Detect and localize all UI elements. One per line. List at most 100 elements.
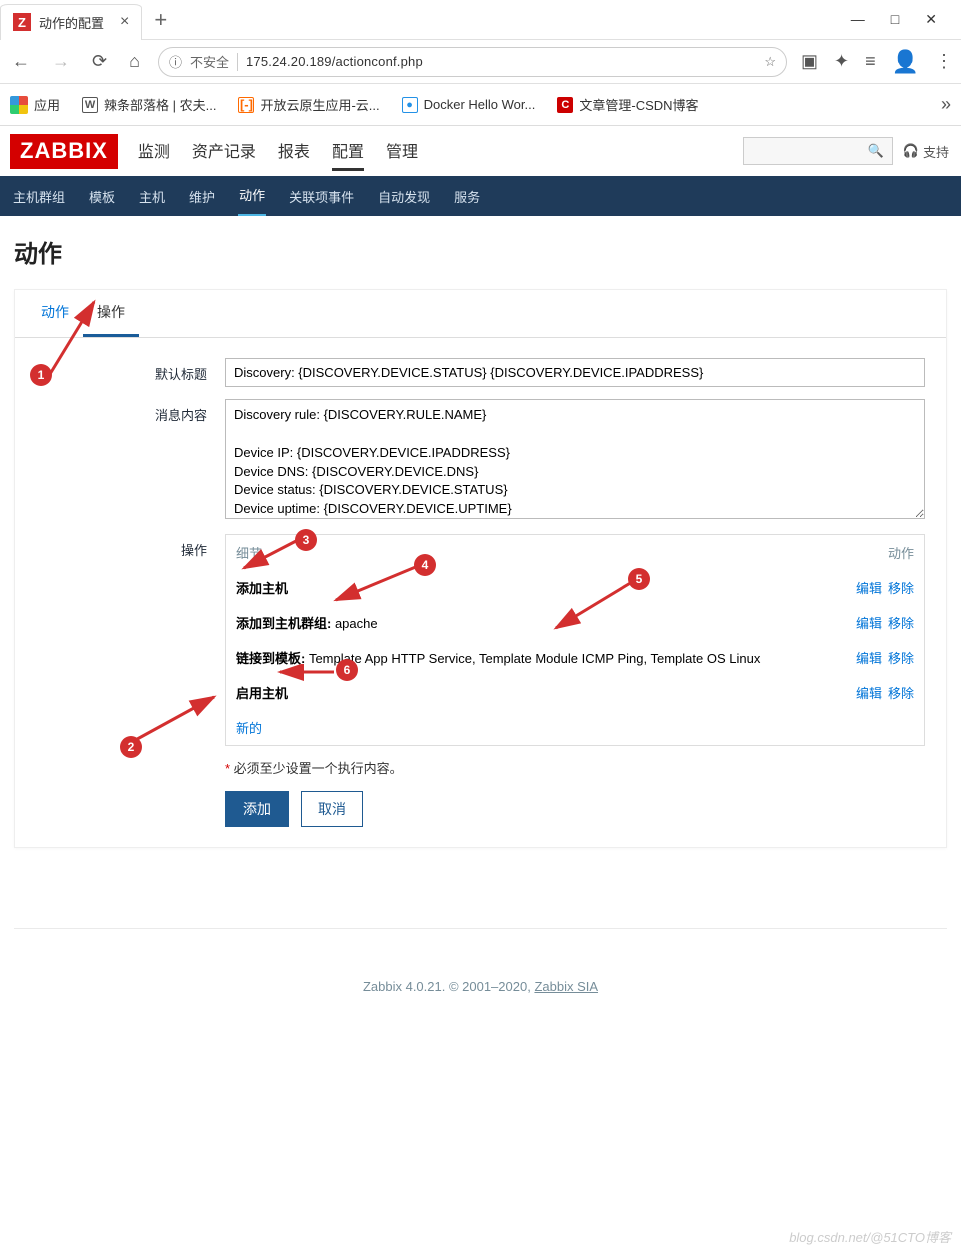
- operations-table: 细节 动作 添加主机 编辑 移除 添加到主机群组: apache 编辑 移除 链…: [225, 534, 925, 746]
- operation-row: 启用主机 编辑 移除: [226, 675, 924, 710]
- tab-operations[interactable]: 操作: [83, 290, 139, 337]
- operation-row: 添加到主机群组: apache 编辑 移除: [226, 605, 924, 640]
- bookmark-label: 辣条部落格 | 农夫...: [104, 95, 216, 114]
- bookmark-label: 文章管理-CSDN博客: [579, 95, 698, 114]
- subject-input[interactable]: [225, 358, 925, 387]
- subnav-services[interactable]: 服务: [453, 177, 481, 216]
- op-detail: 启用主机: [236, 683, 834, 702]
- bookmarks-bar: 应用 W辣条部落格 | 农夫... [-] 开放云原生应用-云... ●Docke…: [0, 84, 961, 126]
- reload-icon[interactable]: ⟳: [88, 47, 111, 76]
- subnav-maintenance[interactable]: 维护: [188, 177, 216, 216]
- address-bar: ← → ⟳ ⌂ ⓘ 不安全 175.24.20.189/actionconf.p…: [0, 40, 961, 84]
- zabbix-logo[interactable]: ZABBIX: [10, 134, 118, 169]
- aliyun-icon: [-]: [238, 97, 254, 113]
- content-area: 动作 动作 操作 默认标题 消息内容 操作 细节 动作: [0, 216, 961, 1064]
- close-window-icon[interactable]: ✕: [925, 11, 937, 28]
- divider: [237, 53, 238, 71]
- back-icon[interactable]: ←: [8, 47, 34, 76]
- nav-inventory[interactable]: 资产记录: [192, 132, 256, 171]
- callout-4: 4: [414, 554, 436, 576]
- search-input[interactable]: 🔍: [743, 137, 893, 165]
- subnav-actions[interactable]: 动作: [238, 175, 266, 217]
- footer-link[interactable]: Zabbix SIA: [534, 979, 598, 994]
- more-bookmarks-icon[interactable]: »: [941, 94, 951, 115]
- bookmark-item[interactable]: C文章管理-CSDN博客: [557, 95, 698, 114]
- form-card: 动作 操作 默认标题 消息内容 操作 细节 动作: [14, 289, 947, 848]
- minimize-icon[interactable]: —: [851, 11, 865, 28]
- message-textarea[interactable]: [225, 399, 925, 519]
- close-icon[interactable]: ×: [120, 13, 129, 31]
- operation-row: 链接到模板: Template App HTTP Service, Templa…: [226, 640, 924, 675]
- zabbix-header: ZABBIX 监测 资产记录 报表 配置 管理 🔍 🎧支持: [0, 126, 961, 176]
- url-box[interactable]: ⓘ 不安全 175.24.20.189/actionconf.php ☆: [158, 47, 787, 77]
- nav-administration[interactable]: 管理: [386, 132, 418, 171]
- menu-icon[interactable]: ⋮: [935, 51, 953, 72]
- op-detail: 添加主机: [236, 578, 834, 597]
- nav-configuration[interactable]: 配置: [332, 132, 364, 171]
- browser-titlebar: Z 动作的配置 × + — □ ✕: [0, 0, 961, 40]
- add-button[interactable]: 添加: [225, 791, 289, 827]
- docker-icon: ●: [402, 97, 418, 113]
- info-icon[interactable]: ⓘ: [169, 52, 182, 71]
- remove-link[interactable]: 移除: [888, 648, 914, 667]
- subnav-templates[interactable]: 模板: [88, 177, 116, 216]
- callout-3: 3: [295, 529, 317, 551]
- op-detail: 链接到模板: Template App HTTP Service, Templa…: [236, 648, 834, 667]
- bookmark-item[interactable]: [-] 开放云原生应用-云...: [238, 95, 379, 114]
- subnav-hosts[interactable]: 主机: [138, 177, 166, 216]
- bookmark-item[interactable]: W辣条部落格 | 农夫...: [82, 95, 216, 114]
- toolbar-icons: ▣ ✦ ≡ 👤 ⋮: [801, 49, 953, 75]
- op-detail: 添加到主机群组: apache: [236, 613, 834, 632]
- browser-tab[interactable]: Z 动作的配置 ×: [0, 4, 142, 40]
- subnav-discovery[interactable]: 自动发现: [377, 177, 431, 216]
- header-right: 🔍 🎧支持: [743, 137, 949, 165]
- window-controls: — □ ✕: [851, 11, 961, 28]
- bookmark-item[interactable]: ●Docker Hello Wor...: [402, 97, 536, 113]
- label-message: 消息内容: [50, 399, 225, 424]
- extension-icon[interactable]: ▣: [801, 51, 818, 72]
- edit-link[interactable]: 编辑: [856, 648, 882, 667]
- remove-link[interactable]: 移除: [888, 578, 914, 597]
- callout-1: 1: [30, 364, 52, 386]
- page-title: 动作: [14, 234, 947, 269]
- bookmark-label: 开放云原生应用-云...: [260, 95, 379, 114]
- nav-reports[interactable]: 报表: [278, 132, 310, 171]
- subnav-hostgroups[interactable]: 主机群组: [12, 177, 66, 216]
- footer: Zabbix 4.0.21. © 2001–2020, Zabbix SIA: [14, 928, 947, 1024]
- nav-monitoring[interactable]: 监测: [138, 132, 170, 171]
- home-icon[interactable]: ⌂: [125, 47, 144, 76]
- callout-5: 5: [628, 568, 650, 590]
- label-subject: 默认标题: [50, 358, 225, 383]
- form-body: 默认标题 消息内容 操作 细节 动作 添加主机 编辑 移除 添: [15, 338, 946, 746]
- apps-button[interactable]: 应用: [10, 95, 60, 114]
- remove-link[interactable]: 移除: [888, 613, 914, 632]
- main-nav: 监测 资产记录 报表 配置 管理: [138, 132, 418, 171]
- sub-nav: 主机群组 模板 主机 维护 动作 关联项事件 自动发现 服务: [0, 176, 961, 216]
- profile-icon[interactable]: 👤: [892, 49, 919, 75]
- maximize-icon[interactable]: □: [891, 11, 899, 28]
- support-link[interactable]: 🎧支持: [903, 142, 949, 161]
- remove-link[interactable]: 移除: [888, 683, 914, 702]
- reading-list-icon[interactable]: ≡: [865, 51, 876, 72]
- ops-header: 细节 动作: [226, 535, 924, 570]
- apps-icon: [10, 96, 28, 114]
- forward-icon: →: [48, 47, 74, 76]
- edit-link[interactable]: 编辑: [856, 613, 882, 632]
- apps-label: 应用: [34, 95, 60, 114]
- callout-2: 2: [120, 736, 142, 758]
- puzzle-icon[interactable]: ✦: [834, 51, 849, 72]
- edit-link[interactable]: 编辑: [856, 578, 882, 597]
- bookmark-star-icon[interactable]: ☆: [764, 54, 776, 70]
- cancel-button[interactable]: 取消: [301, 791, 363, 827]
- subnav-correlation[interactable]: 关联项事件: [288, 177, 355, 216]
- required-note: * 必须至少设置一个执行内容。: [225, 758, 946, 777]
- operation-row: 添加主机 编辑 移除: [226, 570, 924, 605]
- tab-action[interactable]: 动作: [27, 290, 83, 337]
- edit-link[interactable]: 编辑: [856, 683, 882, 702]
- url-text: 175.24.20.189/actionconf.php: [246, 54, 423, 69]
- watermark: blog.csdn.net/@51CTO博客: [789, 1227, 951, 1246]
- label-operations: 操作: [50, 534, 225, 559]
- new-tab-button[interactable]: +: [142, 7, 179, 33]
- support-label: 支持: [923, 142, 949, 161]
- new-operation-link[interactable]: 新的: [226, 710, 924, 745]
